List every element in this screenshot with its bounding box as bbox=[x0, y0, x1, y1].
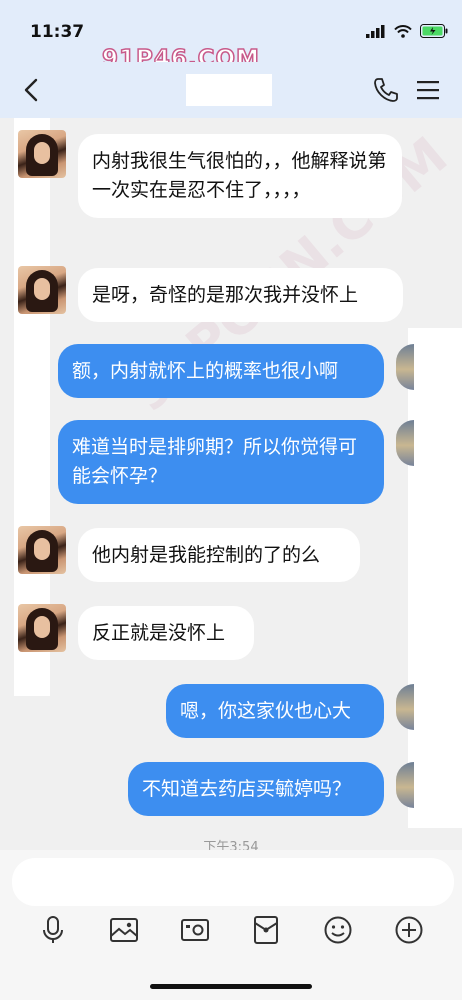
image-icon[interactable] bbox=[108, 914, 140, 946]
user-avatar[interactable] bbox=[396, 420, 414, 466]
user-avatar[interactable] bbox=[396, 344, 414, 390]
red-packet-icon[interactable] bbox=[250, 914, 282, 946]
contact-avatar[interactable] bbox=[18, 130, 66, 178]
contact-name-redacted bbox=[186, 74, 272, 106]
input-bar bbox=[0, 850, 462, 1000]
message-bubble: 不知道去药店买毓婷吗？ bbox=[128, 762, 384, 816]
status-time: 11:37 bbox=[30, 22, 85, 42]
home-indicator bbox=[150, 984, 312, 989]
plus-icon[interactable] bbox=[393, 914, 425, 946]
camera-icon[interactable] bbox=[179, 914, 211, 946]
battery-icon bbox=[420, 24, 448, 38]
back-icon[interactable] bbox=[18, 76, 46, 104]
phone-icon[interactable] bbox=[372, 76, 400, 104]
message-bubble: 内射我很生气很怕的，，他解释说第一次实在是忍不住了，，，， bbox=[78, 134, 402, 218]
message-input[interactable] bbox=[12, 858, 454, 906]
message-bubble: 反正就是没怀上 bbox=[78, 606, 254, 660]
message-timestamp: 下午3:54 bbox=[203, 840, 259, 850]
message-bubble: 难道当时是排卵期？所以你觉得可能会怀孕？ bbox=[58, 420, 384, 504]
chat-header bbox=[0, 62, 462, 118]
contact-avatar[interactable] bbox=[18, 526, 66, 574]
microphone-icon[interactable] bbox=[37, 914, 69, 946]
message-bubble: 他内射是我能控制的了的么 bbox=[78, 528, 360, 582]
emoji-icon[interactable] bbox=[322, 914, 354, 946]
message-bubble: 嗯，你这家伙也心大 bbox=[166, 684, 384, 738]
menu-icon[interactable] bbox=[414, 76, 442, 104]
message-bubble: 是呀，奇怪的是那次我并没怀上 bbox=[78, 268, 403, 322]
message-bubble: 额，内射就怀上的概率也很小啊 bbox=[58, 344, 384, 398]
contact-avatar[interactable] bbox=[18, 266, 66, 314]
status-icons bbox=[366, 24, 448, 38]
user-avatar[interactable] bbox=[396, 762, 414, 808]
redaction-strip-right bbox=[408, 328, 462, 828]
user-avatar[interactable] bbox=[396, 684, 414, 730]
chat-area[interactable]: 91PORN.COM 内射我很生气很怕的，，他解释说第一次实在是忍不住了，，，，… bbox=[0, 118, 462, 850]
contact-avatar[interactable] bbox=[18, 604, 66, 652]
wifi-icon bbox=[394, 24, 412, 38]
signal-icon bbox=[366, 24, 385, 38]
